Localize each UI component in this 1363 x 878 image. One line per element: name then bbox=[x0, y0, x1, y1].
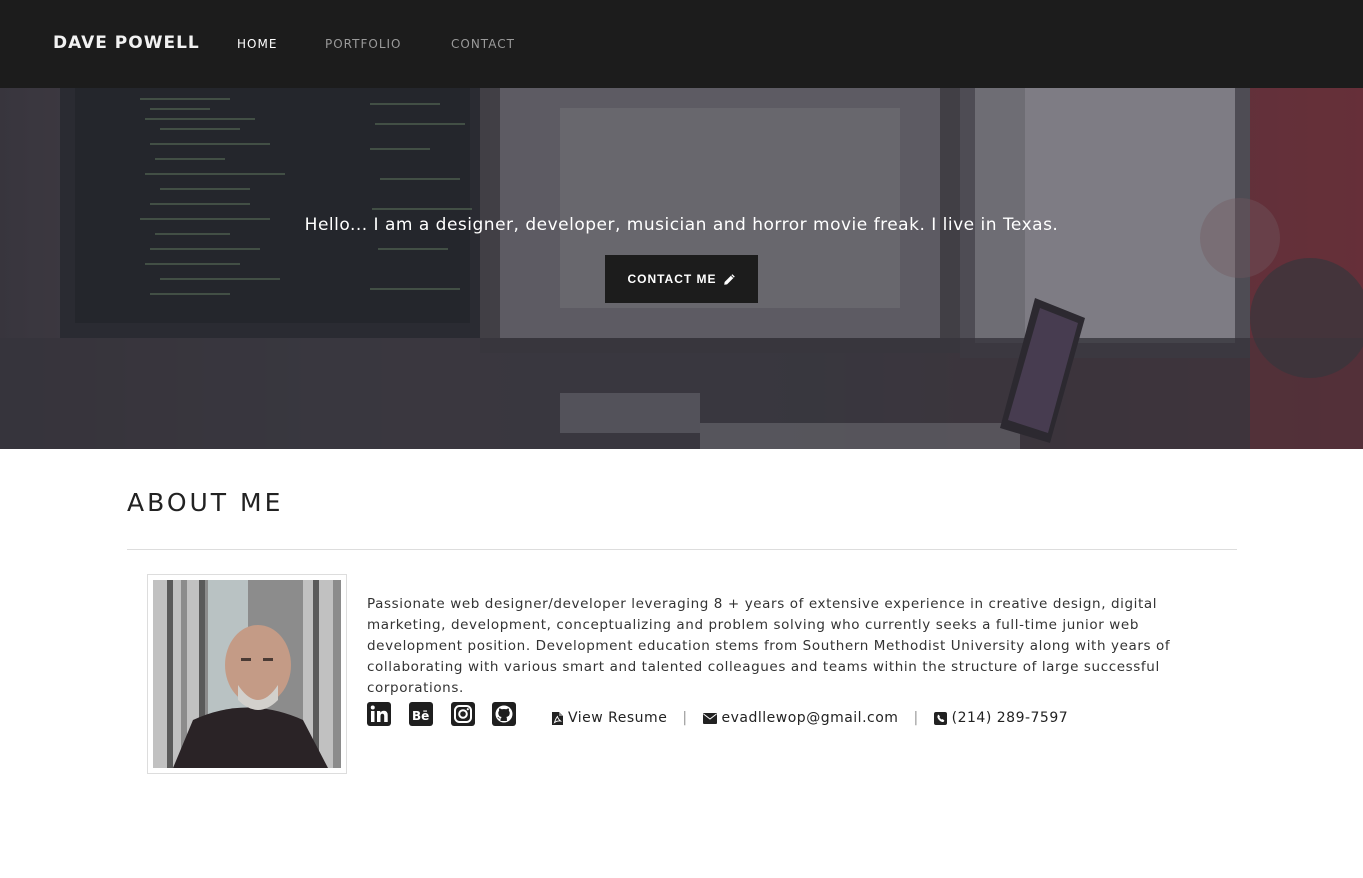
separator: | bbox=[682, 710, 688, 726]
envelope-icon bbox=[702, 712, 717, 724]
phone-link[interactable]: (214) 289-7597 bbox=[933, 710, 1069, 726]
hero-tagline: Hello... I am a designer, developer, mus… bbox=[304, 215, 1059, 235]
phone-icon bbox=[933, 711, 947, 725]
profile-photo-image bbox=[153, 580, 341, 768]
email-link[interactable]: evadllewop@gmail.com bbox=[702, 710, 899, 726]
navbar: DAVE POWELL HOME PORTFOLIO CONTACT bbox=[0, 0, 1363, 88]
contact-info-row: View Resume | evadllewop@gmail.com | (21… bbox=[552, 710, 1068, 726]
linkedin-icon[interactable] bbox=[366, 701, 392, 727]
pencil-icon bbox=[723, 273, 735, 285]
profile-photo bbox=[147, 574, 347, 774]
email-address: evadllewop@gmail.com bbox=[721, 710, 899, 726]
behance-icon[interactable]: Bē bbox=[408, 701, 434, 727]
contact-me-button[interactable]: CONTACT ME bbox=[605, 255, 758, 303]
about-title: ABOUT ME bbox=[127, 488, 284, 517]
svg-text:Bē: Bē bbox=[412, 709, 429, 723]
separator: | bbox=[913, 710, 919, 726]
instagram-icon[interactable] bbox=[450, 701, 476, 727]
nav-link-contact[interactable]: CONTACT bbox=[451, 37, 515, 51]
view-resume-label: View Resume bbox=[568, 710, 668, 726]
section-divider bbox=[127, 549, 1237, 550]
nav-link-portfolio[interactable]: PORTFOLIO bbox=[325, 37, 402, 51]
contact-me-button-label: CONTACT ME bbox=[627, 272, 717, 286]
hero-banner: Hello... I am a designer, developer, mus… bbox=[0, 88, 1363, 449]
view-resume-link[interactable]: View Resume bbox=[552, 710, 667, 726]
pdf-file-icon bbox=[552, 711, 563, 725]
brand-logo[interactable]: DAVE POWELL bbox=[53, 33, 200, 53]
github-icon[interactable] bbox=[491, 701, 517, 727]
nav-link-home[interactable]: HOME bbox=[237, 37, 277, 51]
phone-number: (214) 289-7597 bbox=[951, 710, 1069, 726]
about-bio: Passionate web designer/developer levera… bbox=[367, 596, 1171, 696]
